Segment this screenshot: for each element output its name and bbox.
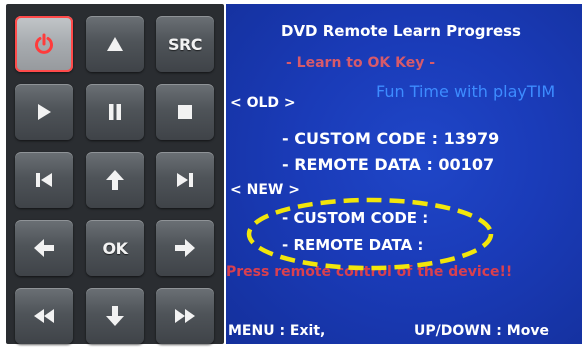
menu-exit-hint: MENU : Exit,: [228, 323, 326, 339]
device-display: SRC OK DVD Remote Learn Progress - Learn…: [0, 0, 586, 350]
play-icon: [38, 104, 51, 120]
learn-progress-screen: DVD Remote Learn Progress - Learn to OK …: [226, 4, 582, 344]
screen-subtitle: - Learn to OK Key -: [286, 55, 436, 71]
left-arrow-key[interactable]: [15, 220, 73, 276]
old-custom-code: - CUSTOM CODE : 13979: [282, 129, 500, 148]
new-remote-data: - REMOTE DATA :: [282, 236, 424, 254]
src-key[interactable]: SRC: [156, 16, 214, 72]
src-key-label: SRC: [167, 34, 203, 54]
ok-key-label: OK: [102, 238, 129, 258]
fast-forward-key[interactable]: [156, 288, 214, 344]
play-key[interactable]: [15, 84, 73, 140]
arrow-up-icon: [106, 170, 124, 190]
arrow-left-icon: [34, 239, 54, 257]
rewind-key[interactable]: [15, 288, 73, 344]
up-down-hint: UP/DOWN : Move: [414, 323, 549, 339]
skip-forward-icon: [177, 173, 193, 187]
old-remote-data: - REMOTE DATA : 00107: [282, 155, 495, 174]
stop-icon: [178, 105, 192, 119]
right-arrow-key[interactable]: [156, 220, 214, 276]
old-section-label: < OLD >: [230, 95, 296, 111]
skip-back-icon: [36, 173, 52, 187]
up-key[interactable]: [86, 16, 144, 72]
scrolling-banner: Fun Time with playTIM: [376, 82, 556, 101]
triangle-up-icon: [107, 37, 123, 51]
power-key[interactable]: [15, 16, 73, 72]
stop-key[interactable]: [156, 84, 214, 140]
new-custom-code: - CUSTOM CODE :: [282, 209, 429, 227]
up-arrow-key[interactable]: [86, 152, 144, 208]
highlight-ellipse: [246, 197, 494, 271]
next-key[interactable]: [156, 152, 214, 208]
ok-key[interactable]: OK: [86, 220, 144, 276]
screen-title: DVD Remote Learn Progress: [281, 22, 521, 40]
new-section-label: < NEW >: [230, 182, 300, 198]
arrow-down-icon: [106, 306, 124, 326]
power-icon: [35, 33, 53, 54]
rewind-icon: [34, 309, 54, 323]
pause-icon: [109, 104, 121, 120]
pause-key[interactable]: [86, 84, 144, 140]
fast-forward-icon: [175, 309, 195, 323]
down-arrow-key[interactable]: [86, 288, 144, 344]
remote-keypad: SRC OK: [6, 4, 224, 344]
arrow-right-icon: [175, 239, 195, 257]
prev-key[interactable]: [15, 152, 73, 208]
press-remote-message: Press remote control of the device!!: [226, 264, 513, 280]
